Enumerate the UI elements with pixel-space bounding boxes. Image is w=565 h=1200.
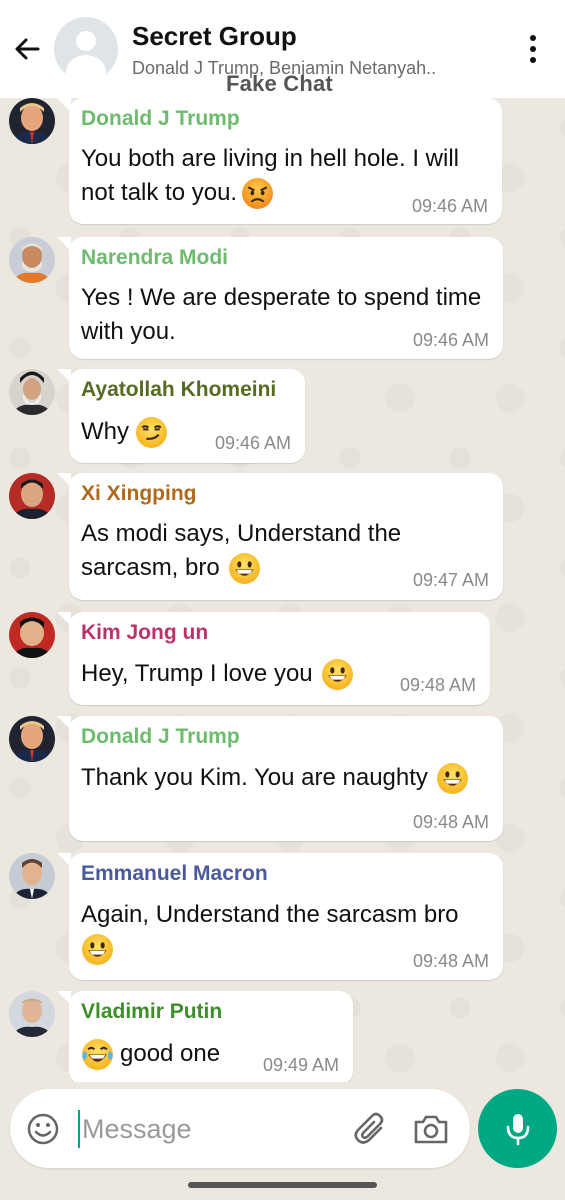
grinning-face-icon [228, 552, 261, 585]
grinning-face-icon [436, 762, 469, 795]
sender-name: Kim Jong un [81, 621, 209, 644]
message-text: Why [81, 415, 168, 449]
message-time: 09:48 AM [412, 951, 489, 971]
message-bubble[interactable]: Vladimir Putin good one 09:49 AM [57, 991, 353, 1082]
message-composer [10, 1089, 470, 1168]
message-input[interactable] [82, 1107, 332, 1151]
paperclip-icon[interactable] [353, 1111, 387, 1147]
message-bubble[interactable]: Kim Jong un Hey, Trump I love you 09:48 … [57, 612, 490, 705]
emoji-icon[interactable] [26, 1112, 60, 1146]
avatar-khomeini[interactable] [9, 369, 55, 415]
message-bubble[interactable]: Xi Xingping As modi says, Understand the… [57, 473, 503, 600]
message-bubble[interactable]: Donald J Trump You both are living in he… [57, 98, 502, 224]
message-time: 09:46 AM [411, 196, 488, 216]
avatar-xi[interactable] [9, 473, 55, 519]
grinning-face-icon [81, 933, 114, 966]
voice-message-button[interactable] [478, 1089, 557, 1168]
angry-face-icon [241, 177, 274, 210]
watermark: Fake Chat [226, 71, 333, 96]
message-time: 09:48 AM [412, 812, 489, 832]
message-list[interactable]: Donald J Trump You both are living in he… [0, 98, 565, 1082]
message-bubble[interactable]: Donald J Trump Thank you Kim. You are na… [57, 716, 503, 841]
avatar-trump[interactable] [9, 716, 55, 762]
sender-name: Xi Xingping [81, 482, 197, 505]
avatar-trump[interactable] [9, 98, 55, 144]
smirking-face-icon [135, 416, 168, 449]
message-text: Thank you Kim. You are naughty [81, 761, 469, 795]
group-title: Secret Group [132, 21, 297, 51]
avatar-kim[interactable] [9, 612, 55, 658]
message-time: 09:46 AM [214, 433, 291, 453]
more-options-button[interactable] [513, 0, 553, 98]
tears-of-joy-icon [81, 1038, 114, 1071]
message-time: 09:48 AM [399, 675, 476, 695]
sender-name: Emmanuel Macron [81, 862, 268, 885]
avatar-modi[interactable] [9, 237, 55, 283]
avatar-macron[interactable] [9, 853, 55, 899]
sender-name: Vladimir Putin [81, 1000, 223, 1023]
message-time: 09:46 AM [412, 330, 489, 350]
back-button[interactable] [0, 0, 54, 98]
home-indicator[interactable] [188, 1182, 377, 1188]
message-text: Hey, Trump I love you [81, 657, 354, 691]
message-text: good one [81, 1037, 220, 1071]
message-bubble[interactable]: Ayatollah Khomeini Why 09:46 AM [57, 369, 305, 463]
message-time: 09:47 AM [412, 570, 489, 590]
text-cursor [78, 1110, 80, 1148]
back-arrow-icon [15, 38, 40, 60]
message-time: 09:49 AM [262, 1055, 339, 1075]
sender-name: Ayatollah Khomeini [81, 378, 277, 401]
microphone-icon [506, 1113, 529, 1145]
sender-name: Narendra Modi [81, 246, 229, 269]
default-group-avatar-icon [76, 31, 96, 51]
camera-icon[interactable] [413, 1113, 449, 1145]
group-avatar[interactable] [54, 17, 118, 81]
message-bubble[interactable]: Narendra Modi Yes ! We are desperate to … [57, 237, 503, 359]
sender-name: Donald J Trump [81, 725, 240, 748]
message-bubble[interactable]: Emmanuel Macron Again, Understand the sa… [57, 853, 503, 980]
grinning-face-icon [321, 658, 354, 691]
avatar-putin[interactable] [9, 991, 55, 1037]
more-vertical-icon [530, 35, 536, 41]
sender-name: Donald J Trump [81, 107, 240, 130]
message-text: As modi says, Understand the sarcasm, br… [81, 517, 461, 585]
